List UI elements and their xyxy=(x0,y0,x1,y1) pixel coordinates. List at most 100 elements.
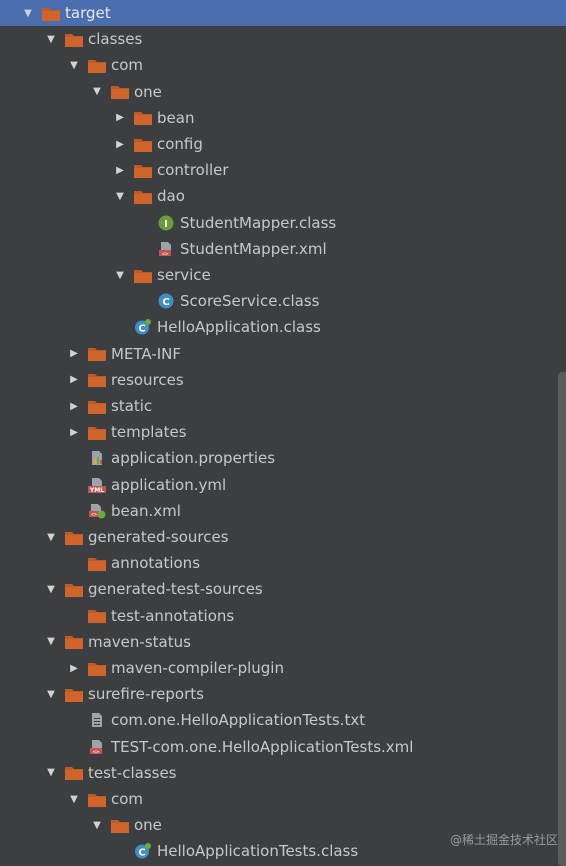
folder-icon xyxy=(134,136,152,152)
tree-item-label: resources xyxy=(111,370,184,389)
collapse-arrow-icon[interactable]: ▼ xyxy=(45,530,57,544)
collapse-arrow-icon[interactable]: ▼ xyxy=(91,818,103,832)
svg-text:<>: <> xyxy=(93,749,100,755)
tree-row-com[interactable]: ▼ com xyxy=(0,786,566,812)
folder-icon xyxy=(134,162,152,178)
tree-item-label: config xyxy=(157,135,203,153)
tree-row-helloapplication-class[interactable]: C HelloApplication.class xyxy=(0,314,566,340)
svg-text:C: C xyxy=(138,324,145,335)
folder-icon xyxy=(88,555,106,571)
tree-row-test-classes[interactable]: ▼ test-classes xyxy=(0,760,566,786)
tree-row-maven-status[interactable]: ▼ maven-status xyxy=(0,629,566,655)
tree-row-meta-inf[interactable]: ▶ META-INF xyxy=(0,341,566,367)
tree-item-label: static xyxy=(111,397,153,415)
tree-row-static[interactable]: ▶ static xyxy=(0,393,566,419)
tree-row-resources[interactable]: ▶ resources xyxy=(0,367,566,393)
tree-row-generated-test-sources[interactable]: ▼ generated-test-sources xyxy=(0,576,566,602)
tree-item-label: META-INF xyxy=(111,344,182,363)
tree-row-surefire-reports[interactable]: ▼ surefire-reports xyxy=(0,681,566,707)
folder-icon xyxy=(88,791,106,807)
folder-icon xyxy=(111,817,129,833)
svg-text:<>: <> xyxy=(162,251,169,257)
tree-item-label: target xyxy=(65,4,111,22)
folder-icon xyxy=(88,424,106,440)
collapse-arrow-icon[interactable]: ▼ xyxy=(114,189,126,203)
tree-row-com[interactable]: ▼ com xyxy=(0,52,566,78)
expand-arrow-icon[interactable]: ▶ xyxy=(68,399,80,413)
expand-arrow-icon[interactable]: ▶ xyxy=(68,425,80,439)
collapse-arrow-icon[interactable]: ▼ xyxy=(45,635,57,649)
folder-icon xyxy=(88,660,106,676)
folder-icon xyxy=(134,110,152,126)
tree-item-label: test-annotations xyxy=(111,606,235,625)
expand-arrow-icon[interactable]: ▶ xyxy=(114,137,126,151)
tree-item-label: application.properties xyxy=(111,449,276,468)
tree-item-label: StudentMapper.class xyxy=(180,213,337,232)
folder-icon xyxy=(88,346,106,362)
tree-row-test-com-one-helloapplicationtests-xml[interactable]: <> TEST-com.one.HelloApplicationTests.xml xyxy=(0,734,566,760)
tree-row-classes[interactable]: ▼ classes xyxy=(0,26,566,52)
tree-row-com-one-helloapplicationtests-txt[interactable]: com.one.HelloApplicationTests.txt xyxy=(0,707,566,733)
tree-item-label: maven-status xyxy=(88,632,191,651)
tree-row-studentmapper-class[interactable]: I StudentMapper.class xyxy=(0,210,566,236)
folder-icon xyxy=(65,686,83,702)
tree-row-controller[interactable]: ▶ controller xyxy=(0,157,566,183)
tree-item-label: ScoreService.class xyxy=(180,292,320,311)
collapse-arrow-icon[interactable]: ▼ xyxy=(114,268,126,282)
tree-item-label: classes xyxy=(88,30,143,49)
tree-row-application-yml[interactable]: YML application.yml xyxy=(0,472,566,498)
tree-item-label: HelloApplicationTests.class xyxy=(157,842,359,861)
collapse-arrow-icon[interactable]: ▼ xyxy=(45,766,57,780)
tree-item-label: StudentMapper.xml xyxy=(180,239,327,258)
tree-row-maven-compiler-plugin[interactable]: ▶ maven-compiler-plugin xyxy=(0,655,566,681)
vertical-scrollbar[interactable] xyxy=(558,372,566,866)
collapse-arrow-icon[interactable]: ▼ xyxy=(45,582,57,596)
watermark: @稀土掘金技术社区 xyxy=(449,833,558,847)
tree-item-label: generated-test-sources xyxy=(88,580,263,599)
tree-row-config[interactable]: ▶ config xyxy=(0,131,566,157)
folder-icon xyxy=(65,581,83,597)
collapse-arrow-icon[interactable]: ▼ xyxy=(22,6,34,20)
tree-row-one[interactable]: ▼ one xyxy=(0,79,566,105)
tree-item-label: one xyxy=(134,82,162,101)
collapse-arrow-icon[interactable]: ▼ xyxy=(45,687,57,701)
tree-row-bean-xml[interactable]: <> bean.xml xyxy=(0,498,566,524)
folder-icon xyxy=(42,5,60,21)
tree-row-scoreservice-class[interactable]: C ScoreService.class xyxy=(0,288,566,314)
tree-row-test-annotations[interactable]: test-annotations xyxy=(0,603,566,629)
collapse-arrow-icon[interactable]: ▼ xyxy=(45,32,57,46)
tree-row-generated-sources[interactable]: ▼ generated-sources xyxy=(0,524,566,550)
tree-row-studentmapper-xml[interactable]: <> StudentMapper.xml xyxy=(0,236,566,262)
tree-item-label: maven-compiler-plugin xyxy=(111,659,284,677)
folder-icon xyxy=(88,608,106,624)
interface-icon: I xyxy=(157,215,175,231)
tree-row-annotations[interactable]: annotations xyxy=(0,550,566,576)
spring-class-icon: C xyxy=(134,319,152,335)
folder-icon xyxy=(88,57,106,73)
xml-file-icon: <> xyxy=(88,739,106,755)
collapse-arrow-icon[interactable]: ▼ xyxy=(68,58,80,72)
folder-icon xyxy=(65,634,83,650)
tree-item-label: one xyxy=(134,816,162,835)
tree-item-label: application.yml xyxy=(111,475,227,494)
tree-row-service[interactable]: ▼ service xyxy=(0,262,566,288)
tree-row-target[interactable]: ▼ target xyxy=(0,0,566,26)
expand-arrow-icon[interactable]: ▶ xyxy=(114,163,126,177)
tree-row-application-properties[interactable]: application.properties xyxy=(0,445,566,471)
expand-arrow-icon[interactable]: ▶ xyxy=(68,347,80,361)
text-file-icon xyxy=(88,712,106,728)
expand-arrow-icon[interactable]: ▶ xyxy=(68,661,80,675)
tree-row-bean[interactable]: ▶ bean xyxy=(0,105,566,131)
collapse-arrow-icon[interactable]: ▼ xyxy=(68,792,80,806)
tree-item-label: annotations xyxy=(111,554,201,573)
tree-item-label: templates xyxy=(111,423,187,442)
tree-item-label: TEST-com.one.HelloApplicationTests.xml xyxy=(111,737,414,756)
tree-row-templates[interactable]: ▶ templates xyxy=(0,419,566,445)
tree-item-label: bean xyxy=(157,108,195,127)
expand-arrow-icon[interactable]: ▶ xyxy=(68,373,80,387)
svg-text:I: I xyxy=(164,219,168,230)
tree-row-dao[interactable]: ▼ dao xyxy=(0,183,566,209)
collapse-arrow-icon[interactable]: ▼ xyxy=(91,85,103,99)
tree-item-label: dao xyxy=(157,187,185,206)
expand-arrow-icon[interactable]: ▶ xyxy=(114,111,126,125)
